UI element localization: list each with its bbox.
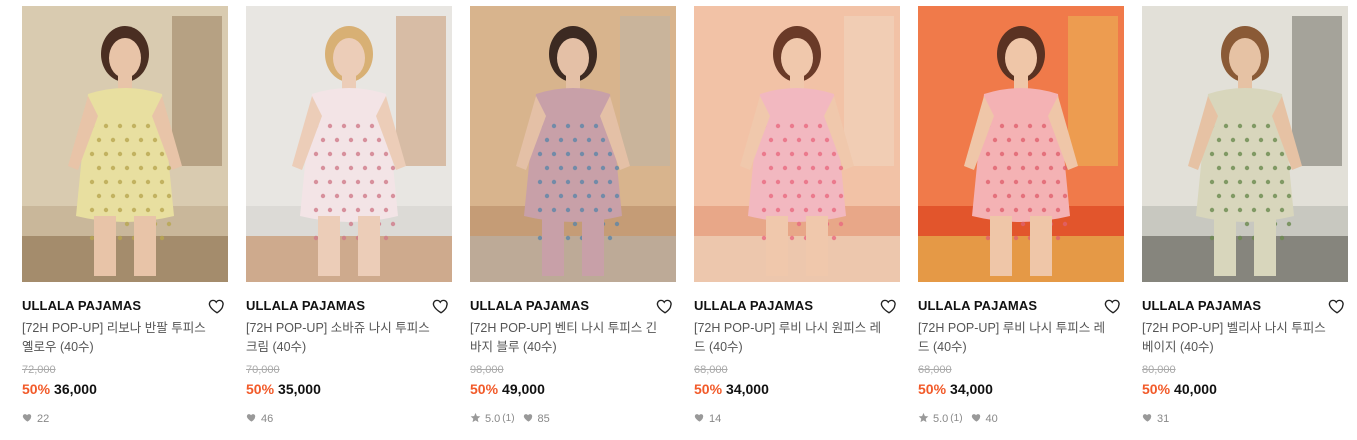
likes-count: 31 (1157, 413, 1170, 425)
brand-name[interactable]: ULLALA PAJAMAS (22, 298, 141, 313)
product-card[interactable]: ULLALA PAJAMAS [72H POP-UP] 루비 나시 투피스 레드… (918, 6, 1124, 426)
brand-row: ULLALA PAJAMAS (1142, 297, 1348, 315)
brand-row: ULLALA PAJAMAS (694, 297, 900, 315)
product-image[interactable] (694, 6, 900, 282)
discount-rate: 50% (694, 381, 723, 397)
likes: 31 (1142, 412, 1169, 427)
product-stats: 31 (1142, 412, 1348, 426)
likes: 40 (971, 412, 998, 427)
product-stats: 5.0 (1) 85 (470, 412, 676, 426)
wishlist-heart-icon[interactable] (208, 297, 226, 315)
likes-count: 22 (37, 413, 50, 425)
price-row: 50% 34,000 (918, 380, 1124, 398)
brand-row: ULLALA PAJAMAS (246, 297, 452, 315)
product-stats: 5.0 (1) 40 (918, 412, 1124, 426)
product-name[interactable]: [72H POP-UP] 소바쥬 나시 투피스 크림 (40수) (246, 319, 436, 357)
likes: 22 (22, 412, 49, 427)
wishlist-heart-icon[interactable] (880, 297, 898, 315)
product-card[interactable]: ULLALA PAJAMAS [72H POP-UP] 벨리사 나시 투피스 베… (1142, 6, 1348, 426)
likes-count: 40 (985, 413, 998, 425)
sale-price: 36,000 (54, 381, 97, 397)
heart-filled-icon (971, 412, 986, 427)
likes-count: 46 (261, 413, 274, 425)
product-image[interactable] (246, 6, 452, 282)
product-stats: 22 (22, 412, 228, 426)
sale-price: 34,000 (950, 381, 993, 397)
product-name[interactable]: [72H POP-UP] 루비 나시 투피스 레드 (40수) (918, 319, 1108, 357)
wishlist-heart-icon[interactable] (1104, 297, 1122, 315)
rating: 5.0 (1) (470, 412, 515, 427)
original-price: 70,000 (246, 364, 280, 376)
rating: 5.0 (1) (918, 412, 963, 427)
star-icon (470, 412, 485, 427)
product-image[interactable] (1142, 6, 1348, 282)
likes: 46 (246, 412, 273, 427)
review-count: (1) (502, 413, 515, 424)
product-card[interactable]: ULLALA PAJAMAS [72H POP-UP] 벤티 나시 투피스 긴바… (470, 6, 676, 426)
heart-filled-icon (523, 412, 538, 427)
brand-name[interactable]: ULLALA PAJAMAS (918, 298, 1037, 313)
likes: 14 (694, 412, 721, 427)
review-count: (1) (950, 413, 963, 424)
brand-name[interactable]: ULLALA PAJAMAS (246, 298, 365, 313)
product-image[interactable] (918, 6, 1124, 282)
product-card[interactable]: ULLALA PAJAMAS [72H POP-UP] 리보나 반팔 투피스 옐… (22, 6, 228, 426)
product-stats: 46 (246, 412, 452, 426)
sale-price: 49,000 (502, 381, 545, 397)
product-name[interactable]: [72H POP-UP] 리보나 반팔 투피스 옐로우 (40수) (22, 319, 212, 357)
price-row: 50% 35,000 (246, 380, 452, 398)
product-image[interactable] (470, 6, 676, 282)
original-price: 72,000 (22, 364, 56, 376)
discount-rate: 50% (918, 381, 947, 397)
original-price: 98,000 (470, 364, 504, 376)
discount-rate: 50% (246, 381, 275, 397)
product-name[interactable]: [72H POP-UP] 벨리사 나시 투피스 베이지 (40수) (1142, 319, 1332, 357)
rating-value: 5.0 (485, 413, 501, 425)
likes: 85 (523, 412, 550, 427)
wishlist-heart-icon[interactable] (432, 297, 450, 315)
original-price: 68,000 (694, 364, 728, 376)
brand-name[interactable]: ULLALA PAJAMAS (694, 298, 813, 313)
product-stats: 14 (694, 412, 900, 426)
price-row: 50% 49,000 (470, 380, 676, 398)
discount-rate: 50% (22, 381, 51, 397)
likes-count: 14 (709, 413, 722, 425)
rating-value: 5.0 (933, 413, 949, 425)
price-row: 50% 34,000 (694, 380, 900, 398)
original-price: 80,000 (1142, 364, 1176, 376)
brand-name[interactable]: ULLALA PAJAMAS (1142, 298, 1261, 313)
product-name[interactable]: [72H POP-UP] 루비 나시 원피스 레드 (40수) (694, 319, 884, 357)
product-name[interactable]: [72H POP-UP] 벤티 나시 투피스 긴바지 블루 (40수) (470, 319, 660, 357)
sale-price: 34,000 (726, 381, 769, 397)
discount-rate: 50% (470, 381, 499, 397)
heart-filled-icon (694, 412, 709, 427)
product-image[interactable] (22, 6, 228, 282)
product-card[interactable]: ULLALA PAJAMAS [72H POP-UP] 루비 나시 원피스 레드… (694, 6, 900, 426)
price-row: 50% 36,000 (22, 380, 228, 398)
brand-row: ULLALA PAJAMAS (470, 297, 676, 315)
brand-row: ULLALA PAJAMAS (22, 297, 228, 315)
heart-filled-icon (22, 412, 37, 427)
likes-count: 85 (537, 413, 550, 425)
brand-name[interactable]: ULLALA PAJAMAS (470, 298, 589, 313)
product-grid: ULLALA PAJAMAS [72H POP-UP] 리보나 반팔 투피스 옐… (0, 0, 1357, 440)
discount-rate: 50% (1142, 381, 1171, 397)
heart-filled-icon (1142, 412, 1157, 427)
wishlist-heart-icon[interactable] (656, 297, 674, 315)
star-icon (918, 412, 933, 427)
brand-row: ULLALA PAJAMAS (918, 297, 1124, 315)
price-row: 50% 40,000 (1142, 380, 1348, 398)
sale-price: 40,000 (1174, 381, 1217, 397)
heart-filled-icon (246, 412, 261, 427)
sale-price: 35,000 (278, 381, 321, 397)
wishlist-heart-icon[interactable] (1328, 297, 1346, 315)
original-price: 68,000 (918, 364, 952, 376)
product-card[interactable]: ULLALA PAJAMAS [72H POP-UP] 소바쥬 나시 투피스 크… (246, 6, 452, 426)
